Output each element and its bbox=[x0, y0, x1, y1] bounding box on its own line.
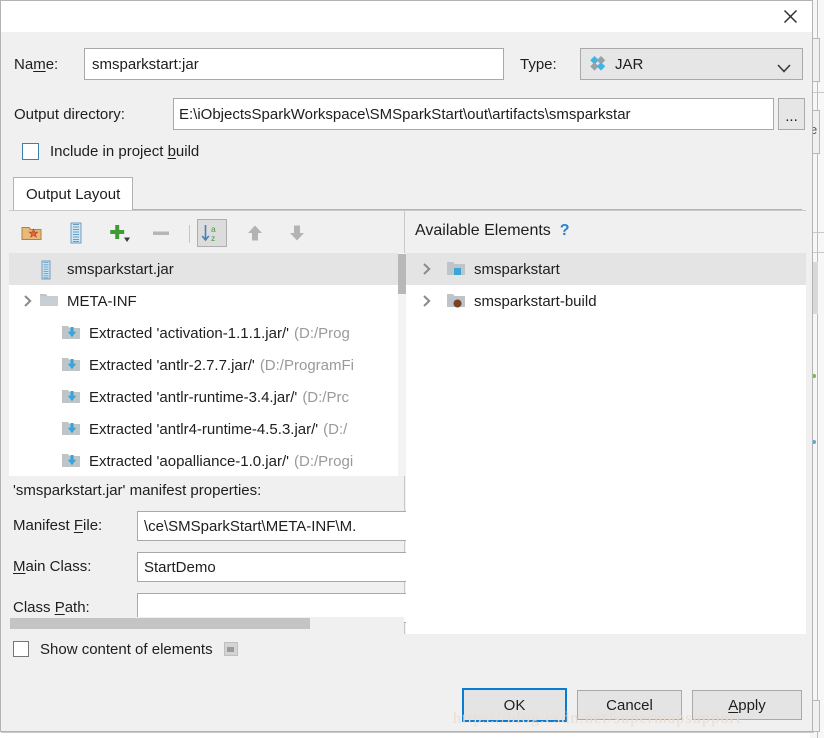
tree-row-label: Extracted 'antlr4-runtime-4.5.3.jar/' bbox=[89, 420, 319, 438]
extracted-icon bbox=[61, 388, 83, 406]
archive-jar-icon bbox=[39, 260, 61, 280]
manifest-horizontal-scrollbar-thumb[interactable] bbox=[10, 618, 310, 629]
available-element-row[interactable]: smsparkstart-build bbox=[406, 285, 806, 317]
help-question-icon[interactable]: ? bbox=[560, 222, 570, 240]
output-layout-toolbar: a z bbox=[9, 213, 404, 253]
tree-row[interactable]: smsparkstart.jar bbox=[9, 253, 404, 285]
artifact-settings-dialog: Name: smsparkstart:jar Type: JAR Output … bbox=[0, 0, 814, 733]
artifact-diamonds-icon bbox=[587, 55, 609, 73]
name-input[interactable]: smsparkstart:jar bbox=[84, 48, 504, 80]
add-directory-icon[interactable] bbox=[17, 219, 47, 247]
tree-row-path: (D:/Prc bbox=[302, 388, 349, 406]
add-archive-icon[interactable] bbox=[61, 219, 91, 247]
output-layout-tree[interactable]: smsparkstart.jar META-INF Extracted 'activ… bbox=[9, 253, 404, 476]
show-content-of-elements-row[interactable]: Show content of elements bbox=[13, 641, 238, 657]
available-elements-list[interactable]: smsparkstart smsparkstart-build bbox=[406, 253, 806, 634]
include-in-project-build-row[interactable]: Include in project build bbox=[22, 143, 199, 160]
available-elements-header: Available Elements ? bbox=[415, 222, 570, 240]
watermark-text: https://blog.csdn.net/supermapsupport bbox=[453, 710, 742, 727]
dialog-titlebar bbox=[1, 1, 812, 32]
extracted-icon bbox=[61, 452, 83, 470]
available-element-label: smsparkstart-build bbox=[474, 292, 597, 310]
chevron-right-icon[interactable] bbox=[17, 294, 39, 308]
tree-row-label: Extracted 'antlr-2.7.7.jar/' bbox=[89, 356, 255, 374]
show-content-of-elements-checkbox[interactable] bbox=[13, 641, 29, 657]
toolbar-separator bbox=[189, 225, 190, 243]
remove-minus-icon bbox=[146, 219, 176, 247]
module-blue-icon bbox=[446, 260, 468, 278]
move-down-icon[interactable] bbox=[282, 219, 312, 247]
type-label: Type: bbox=[520, 56, 557, 73]
add-plus-icon[interactable] bbox=[105, 219, 135, 247]
chevron-right-icon[interactable] bbox=[416, 262, 438, 276]
extracted-icon bbox=[61, 324, 83, 342]
manifest-file-label: Manifest File: bbox=[13, 517, 103, 534]
svg-text:z: z bbox=[211, 233, 215, 243]
include-in-project-build-label: Include in project build bbox=[50, 143, 200, 160]
tree-row-label: META-INF bbox=[67, 292, 137, 310]
folder-icon bbox=[39, 292, 61, 310]
manifest-properties-title: 'smsparkstart.jar' manifest properties: bbox=[13, 482, 262, 499]
tree-row[interactable]: Extracted 'activation-1.1.1.jar/' (D:/Pro… bbox=[9, 317, 404, 349]
output-directory-input[interactable]: E:\iObjectsSparkWorkspace\SMSparkStart\o… bbox=[173, 98, 774, 130]
tree-row-label: smsparkstart.jar bbox=[67, 260, 174, 278]
manifest-file-value: \ce\SMSparkStart\META-INF\M. bbox=[144, 517, 357, 535]
tree-row-label: Extracted 'activation-1.1.1.jar/' bbox=[89, 324, 289, 342]
sort-alphabetically-icon[interactable]: a z bbox=[197, 219, 227, 247]
tree-row-label: Extracted 'antlr-runtime-3.4.jar/' bbox=[89, 388, 298, 406]
tree-row[interactable]: META-INF bbox=[9, 285, 404, 317]
move-up-icon[interactable] bbox=[240, 219, 270, 247]
show-content-of-elements-label: Show content of elements bbox=[40, 640, 213, 658]
include-in-project-build-checkbox[interactable] bbox=[22, 143, 39, 160]
main-class-value: StartDemo bbox=[144, 558, 216, 576]
available-element-label: smsparkstart bbox=[474, 260, 560, 278]
close-icon[interactable] bbox=[770, 2, 810, 30]
type-select-value: JAR bbox=[615, 55, 644, 73]
module-brown-icon bbox=[446, 292, 468, 310]
content-preview-icon bbox=[223, 642, 238, 656]
manifest-file-input[interactable]: \ce\SMSparkStart\META-INF\M. bbox=[137, 511, 414, 541]
tree-row-label: Extracted 'aopalliance-1.0.jar/' bbox=[89, 452, 290, 470]
chevron-down-icon bbox=[777, 60, 791, 77]
tree-row-path: (D:/Progi bbox=[294, 452, 354, 470]
type-select[interactable]: JAR bbox=[580, 48, 803, 80]
output-directory-label: Output directory: bbox=[14, 106, 125, 123]
name-label: Name: bbox=[14, 56, 59, 73]
tree-row[interactable]: Extracted 'antlr-2.7.7.jar/' (D:/ProgramF… bbox=[9, 349, 404, 381]
tree-row-path: (D:/Prog bbox=[294, 324, 350, 342]
tree-row-path: (D:/ProgramFi bbox=[259, 356, 354, 374]
screen: e Name: smsparkstart:jar Type: JAR Outpu… bbox=[0, 0, 824, 738]
tree-row[interactable]: Extracted 'antlr-runtime-3.4.jar/' (D:/Pr… bbox=[9, 381, 404, 413]
extracted-icon bbox=[61, 356, 83, 374]
chevron-right-icon[interactable] bbox=[416, 294, 438, 308]
tree-row-path: (D:/ bbox=[323, 420, 348, 438]
browse-button[interactable]: ... bbox=[778, 98, 805, 130]
main-class-input[interactable]: StartDemo bbox=[137, 552, 414, 582]
extracted-icon bbox=[61, 420, 83, 438]
tab-output-layout[interactable]: Output Layout bbox=[13, 177, 134, 210]
tabstrip: Output Layout bbox=[13, 177, 802, 210]
available-elements-title: Available Elements bbox=[415, 222, 551, 239]
tree-row[interactable]: Extracted 'aopalliance-1.0.jar/' (D:/Prog… bbox=[9, 445, 404, 476]
available-element-row[interactable]: smsparkstart bbox=[406, 253, 806, 285]
dialog-bottom-rule bbox=[1, 732, 814, 733]
class-path-label: Class Path: bbox=[13, 599, 90, 616]
name-input-value: smsparkstart:jar bbox=[92, 55, 199, 73]
output-directory-value: E:\iObjectsSparkWorkspace\SMSparkStart\o… bbox=[179, 105, 631, 123]
tree-row[interactable]: Extracted 'antlr4-runtime-4.5.3.jar/' (D:… bbox=[9, 413, 404, 445]
main-class-label: Main Class: bbox=[13, 558, 92, 575]
